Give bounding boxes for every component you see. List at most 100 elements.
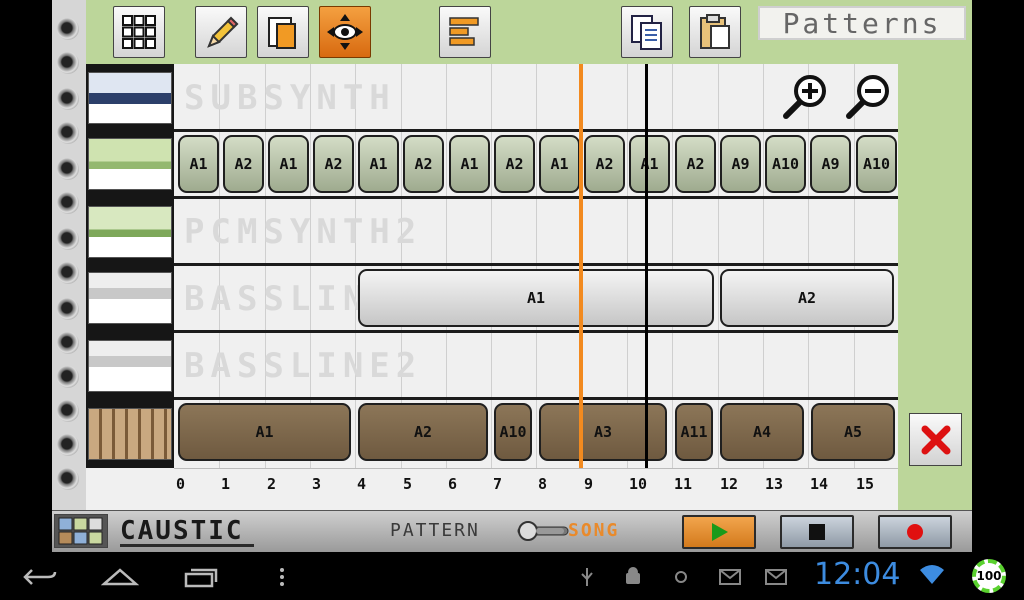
status-clock: 12:04 xyxy=(814,557,901,592)
pencil-tool-button[interactable] xyxy=(195,6,247,58)
track-icon-pcmsynth[interactable] xyxy=(88,206,172,258)
bar-number: 7 xyxy=(493,475,503,493)
track-icon-subsynth-2[interactable] xyxy=(88,138,172,190)
pattern-block[interactable]: A2 xyxy=(313,135,354,193)
battery-indicator: 100 xyxy=(972,559,1006,593)
recent-apps-icon[interactable] xyxy=(184,566,218,588)
track-row-separator xyxy=(174,330,898,333)
logo-underline xyxy=(120,544,254,547)
binding-ring xyxy=(57,122,79,144)
bar-number: 14 xyxy=(810,475,829,493)
play-icon xyxy=(712,523,728,541)
pencil-icon xyxy=(207,16,239,48)
move-tool-button[interactable] xyxy=(319,6,371,58)
grid-column-line xyxy=(536,64,537,468)
pattern-block[interactable]: A2 xyxy=(494,135,535,193)
bar-number: 12 xyxy=(720,475,739,493)
pattern-block[interactable]: A2 xyxy=(720,269,894,327)
close-button[interactable] xyxy=(909,413,962,466)
blocked-icon xyxy=(675,571,687,583)
wifi-icon xyxy=(920,565,944,584)
pattern-block[interactable]: A10 xyxy=(856,135,897,193)
pattern-block[interactable]: A11 xyxy=(675,403,713,461)
track-name-label: BASSLIN xyxy=(184,279,370,319)
binding-ring xyxy=(57,298,79,320)
pattern-block[interactable]: A9 xyxy=(720,135,761,193)
binding-ring xyxy=(57,434,79,456)
bar-ruler[interactable]: 0 1 2 3 4 5 6 7 8 9 10 11 12 13 14 15 xyxy=(174,468,898,510)
pattern-block[interactable]: A1 xyxy=(449,135,490,193)
stop-button[interactable] xyxy=(780,515,854,549)
song-mode-label: SONG xyxy=(568,520,620,541)
mode-label: Patterns xyxy=(758,6,966,40)
binding-ring xyxy=(57,228,79,250)
back-icon[interactable] xyxy=(22,566,58,588)
zoom-out-icon[interactable] xyxy=(843,72,893,122)
rack-menu-button[interactable] xyxy=(54,514,108,548)
pattern-block[interactable]: A2 xyxy=(403,135,444,193)
rack-grid-icon xyxy=(58,517,103,545)
copy-button[interactable] xyxy=(621,6,673,58)
pattern-song-toggle[interactable] xyxy=(516,520,570,542)
binding-ring xyxy=(57,468,79,490)
bar-number: 5 xyxy=(403,475,413,493)
binding-ring xyxy=(57,366,79,388)
track-name-label: BASSLINE2 xyxy=(184,346,423,386)
track-icon-subsynth[interactable] xyxy=(88,72,172,124)
track-icon-beatbox[interactable] xyxy=(88,408,172,460)
pattern-block[interactable]: A1 xyxy=(358,269,714,327)
binding-ring xyxy=(57,400,79,422)
bar-number: 0 xyxy=(176,475,186,493)
paste-clipboard-icon xyxy=(700,14,730,49)
song-grid[interactable]: SUBSYNTH PCMSYNTH2 BASSLIN BASSLINE2 A1 A2 A1… xyxy=(174,64,898,468)
caustic-logo: CAUSTIC xyxy=(120,516,244,546)
grid-column-line xyxy=(808,64,809,468)
align-tool-button[interactable] xyxy=(439,6,491,58)
paste-button[interactable] xyxy=(689,6,741,58)
track-row-separator xyxy=(174,196,898,199)
pattern-block[interactable]: A1 xyxy=(629,135,670,193)
pattern-block[interactable]: A2 xyxy=(223,135,264,193)
bar-number: 10 xyxy=(629,475,648,493)
grid-column-line xyxy=(718,64,719,468)
usb-icon xyxy=(581,568,593,586)
right-edge xyxy=(972,0,1024,514)
bar-number: 13 xyxy=(765,475,784,493)
bar-number: 11 xyxy=(674,475,693,493)
record-button[interactable] xyxy=(878,515,952,549)
pattern-block[interactable]: A9 xyxy=(810,135,851,193)
bar-number: 9 xyxy=(584,475,594,493)
pattern-block[interactable]: A2 xyxy=(584,135,625,193)
duplicate-tool-button[interactable] xyxy=(257,6,309,58)
pattern-block[interactable]: A1 xyxy=(268,135,309,193)
home-icon[interactable] xyxy=(101,566,139,588)
pattern-block[interactable]: A1 xyxy=(178,135,219,193)
pattern-block[interactable]: A1 xyxy=(358,135,399,193)
pattern-block[interactable]: A2 xyxy=(675,135,716,193)
track-name-label: SUBSYNTH xyxy=(184,78,396,118)
ruler-gap xyxy=(86,468,174,510)
pattern-block[interactable]: A4 xyxy=(720,403,804,461)
pattern-block[interactable]: A10 xyxy=(765,135,806,193)
pattern-block[interactable]: A5 xyxy=(811,403,895,461)
overflow-menu-icon[interactable] xyxy=(278,566,286,588)
caustic-app: Patterns SUBSYNTH PCMSYNTH2 BASSLIN BASSLIN… xyxy=(0,0,1024,600)
grid-column-line xyxy=(355,64,356,468)
track-icon-bassline-2[interactable] xyxy=(88,340,172,392)
track-icon-bassline[interactable] xyxy=(88,272,172,324)
bar-number: 4 xyxy=(357,475,367,493)
track-row-separator xyxy=(174,397,898,400)
position-cursor[interactable] xyxy=(645,64,648,510)
pattern-block[interactable]: A1 xyxy=(178,403,351,461)
left-edge xyxy=(0,0,52,514)
android-debug-icon xyxy=(626,567,640,584)
grid-icon xyxy=(122,15,156,49)
pattern-block[interactable]: A1 xyxy=(539,135,580,193)
grid-view-button[interactable] xyxy=(113,6,165,58)
binding-ring xyxy=(57,158,79,180)
pattern-block[interactable]: A2 xyxy=(358,403,488,461)
zoom-in-icon[interactable] xyxy=(780,72,830,122)
grid-column-line xyxy=(491,64,492,468)
play-button[interactable] xyxy=(682,515,756,549)
pattern-block[interactable]: A10 xyxy=(494,403,532,461)
